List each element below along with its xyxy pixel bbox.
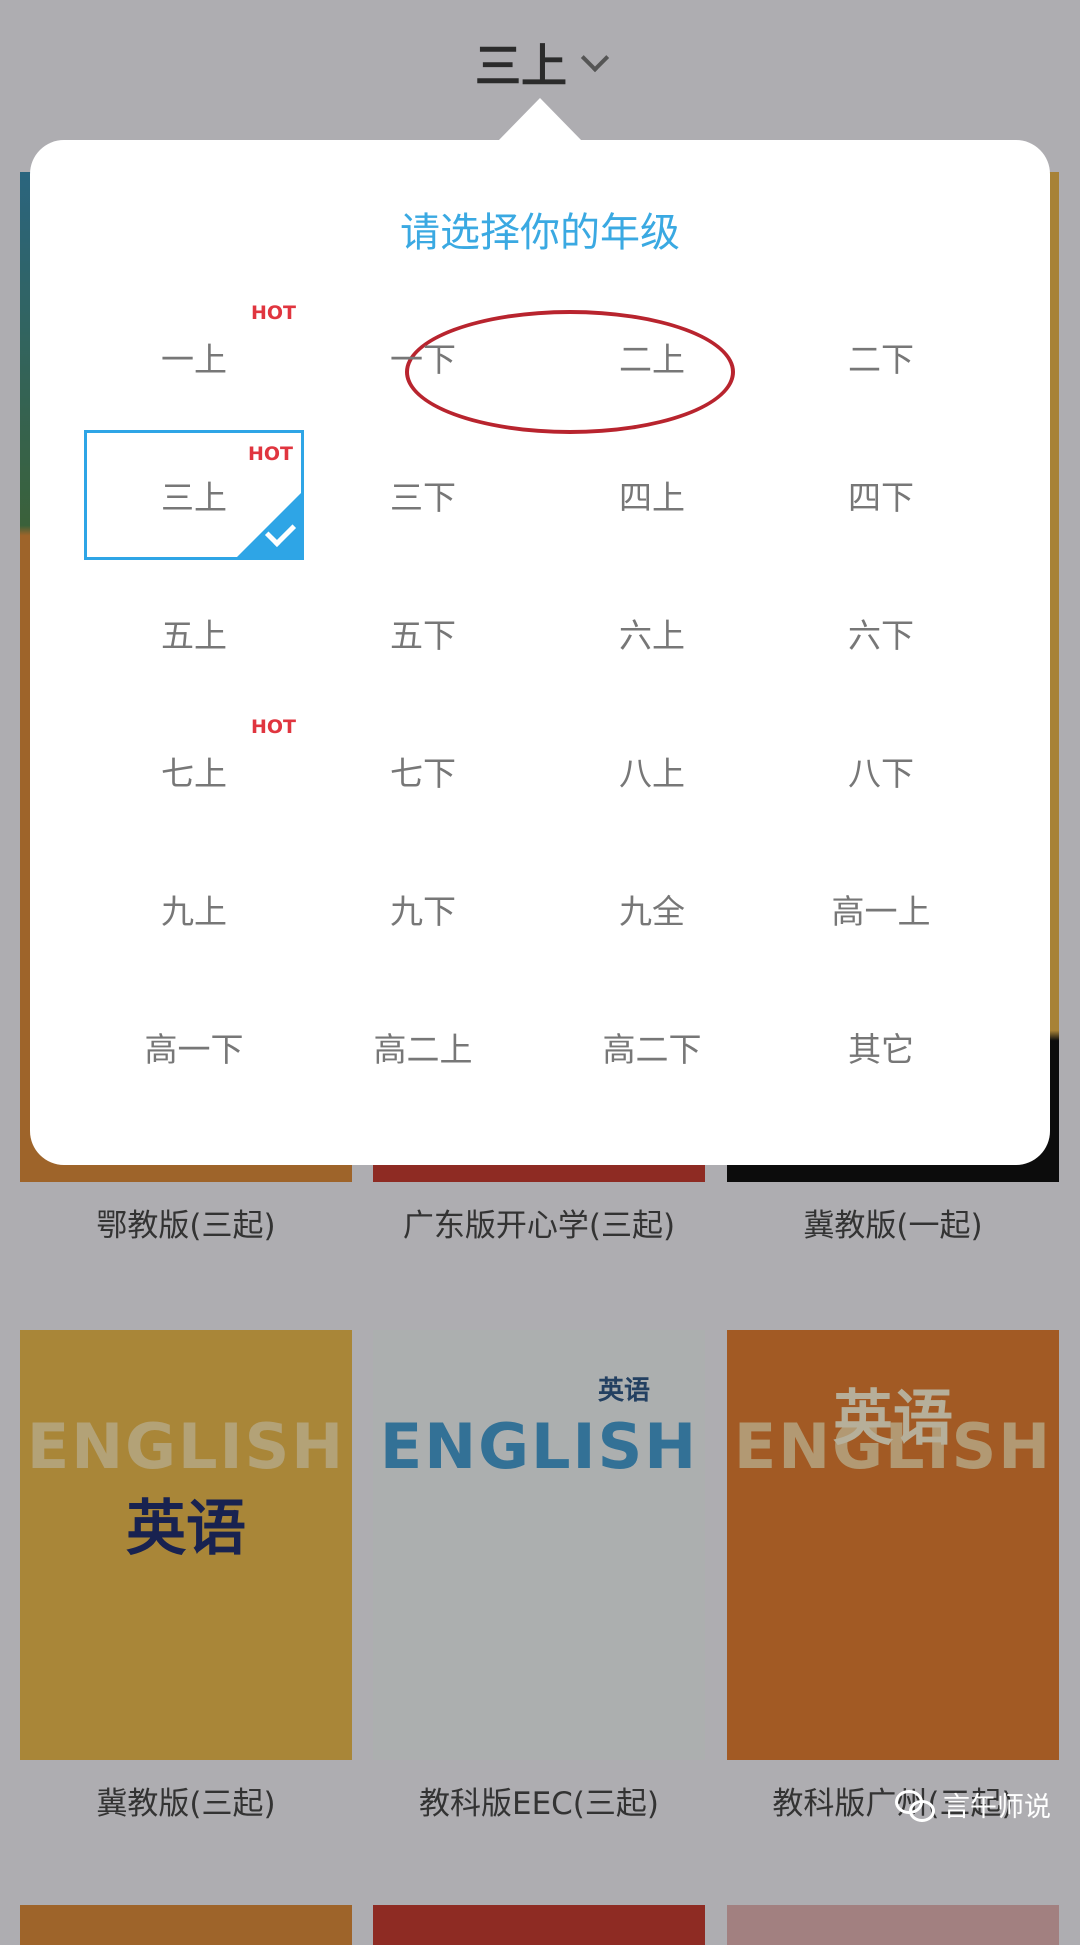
- book-label: 冀教版(三起): [96, 1786, 276, 1822]
- grade-picker-popup: 请选择你的年级 一上 HOT 一下 二上 二下三上 HOT 三下 四上 四下五上 五下 六上 六下七上…: [30, 140, 1050, 1165]
- grade-option-label: 五下: [390, 616, 456, 655]
- grade-option-label: 高一下: [144, 1030, 244, 1069]
- book-cover[interactable]: [727, 1905, 1059, 1945]
- cover-english-text: ENGLISH: [26, 1410, 346, 1483]
- cover-title-text: 英语: [126, 1494, 246, 1564]
- grade-option[interactable]: 高二上: [313, 982, 533, 1112]
- book-cover: ENGLISH 英语: [20, 1330, 352, 1760]
- cover-title-text: 英语: [833, 1384, 953, 1454]
- wechat-icon: [895, 1789, 935, 1822]
- grade-option-label: 三下: [390, 478, 456, 517]
- book-label: 鄂教版(三起): [96, 1208, 276, 1244]
- cover-title-text: 英语: [597, 1376, 650, 1406]
- grade-option-label: 高二上: [373, 1030, 473, 1069]
- grade-option[interactable]: 三下: [313, 430, 533, 560]
- grade-option-label: 九上: [161, 892, 227, 931]
- grade-option[interactable]: 高一下: [84, 982, 304, 1112]
- chevron-down-icon: [580, 43, 610, 73]
- grade-option-label: 六下: [848, 616, 914, 655]
- grade-option[interactable]: 八下: [771, 706, 991, 836]
- hot-badge: HOT: [250, 716, 296, 738]
- grade-option-label: 一上: [161, 340, 227, 379]
- grade-option-label: 三上: [161, 478, 227, 517]
- book-label: 教科版EEC(三起): [418, 1786, 659, 1822]
- grade-option[interactable]: 六上: [542, 568, 762, 698]
- popup-arrow: [497, 98, 583, 142]
- hot-badge: HOT: [250, 302, 296, 324]
- book-cover[interactable]: [373, 1905, 705, 1945]
- grade-option[interactable]: 二下: [771, 292, 991, 422]
- grade-option[interactable]: 高一上: [771, 844, 991, 974]
- grade-option[interactable]: 七下: [313, 706, 533, 836]
- grade-option[interactable]: 四下: [771, 430, 991, 560]
- grade-option[interactable]: 九全: [542, 844, 762, 974]
- grade-option[interactable]: 四上: [542, 430, 762, 560]
- grade-option-label: 五上: [161, 616, 227, 655]
- grade-option[interactable]: 二上: [542, 292, 762, 422]
- selected-grade-label: 三上: [475, 39, 567, 93]
- book-cover[interactable]: [20, 1905, 352, 1945]
- grade-option-label: 二上: [619, 340, 685, 379]
- grade-option[interactable]: 三上 HOT: [84, 430, 304, 560]
- book-cover: ENGLISH 英语: [727, 1330, 1059, 1760]
- grade-option-label: 七上: [161, 754, 227, 793]
- grade-option-label: 二下: [848, 340, 914, 379]
- grade-option-label: 四上: [619, 478, 685, 517]
- watermark-text: 言午师说: [943, 1792, 1051, 1823]
- hot-badge: HOT: [247, 443, 293, 465]
- grade-option[interactable]: 七上 HOT: [84, 706, 304, 836]
- grade-option[interactable]: 九下: [313, 844, 533, 974]
- book-label: 冀教版(一起): [803, 1208, 983, 1244]
- book-label: 广东版开心学(三起): [402, 1208, 676, 1244]
- grade-option[interactable]: 五上: [84, 568, 304, 698]
- grade-option-label: 四下: [848, 478, 914, 517]
- grade-option[interactable]: 其它: [771, 982, 991, 1112]
- grade-option[interactable]: 五下: [313, 568, 533, 698]
- grade-option-label: 九下: [390, 892, 456, 931]
- grade-option-label: 八上: [619, 754, 685, 793]
- grade-option-label: 八下: [848, 754, 914, 793]
- grade-option[interactable]: 九上: [84, 844, 304, 974]
- cover-english-text: ENGLISH: [379, 1410, 699, 1483]
- grade-option-label: 九全: [619, 892, 685, 931]
- grade-option[interactable]: 一上 HOT: [84, 292, 304, 422]
- grade-selector[interactable]: 三上: [0, 30, 1080, 96]
- grade-option-label: 其它: [848, 1030, 914, 1069]
- grade-option-label: 高二下: [602, 1030, 702, 1069]
- grade-option[interactable]: 一下: [313, 292, 533, 422]
- grade-option[interactable]: 六下: [771, 568, 991, 698]
- grade-option-label: 高一上: [831, 892, 931, 931]
- popup-title: 请选择你的年级: [400, 210, 680, 256]
- watermark: 言午师说: [895, 1785, 1051, 1824]
- grade-option-label: 六上: [619, 616, 685, 655]
- book-cover: ENGLISH 英语: [373, 1330, 705, 1760]
- grade-option[interactable]: 高二下: [542, 982, 762, 1112]
- grade-option[interactable]: 八上: [542, 706, 762, 836]
- grade-option-label: 一下: [390, 340, 456, 379]
- grade-option-label: 七下: [390, 754, 456, 793]
